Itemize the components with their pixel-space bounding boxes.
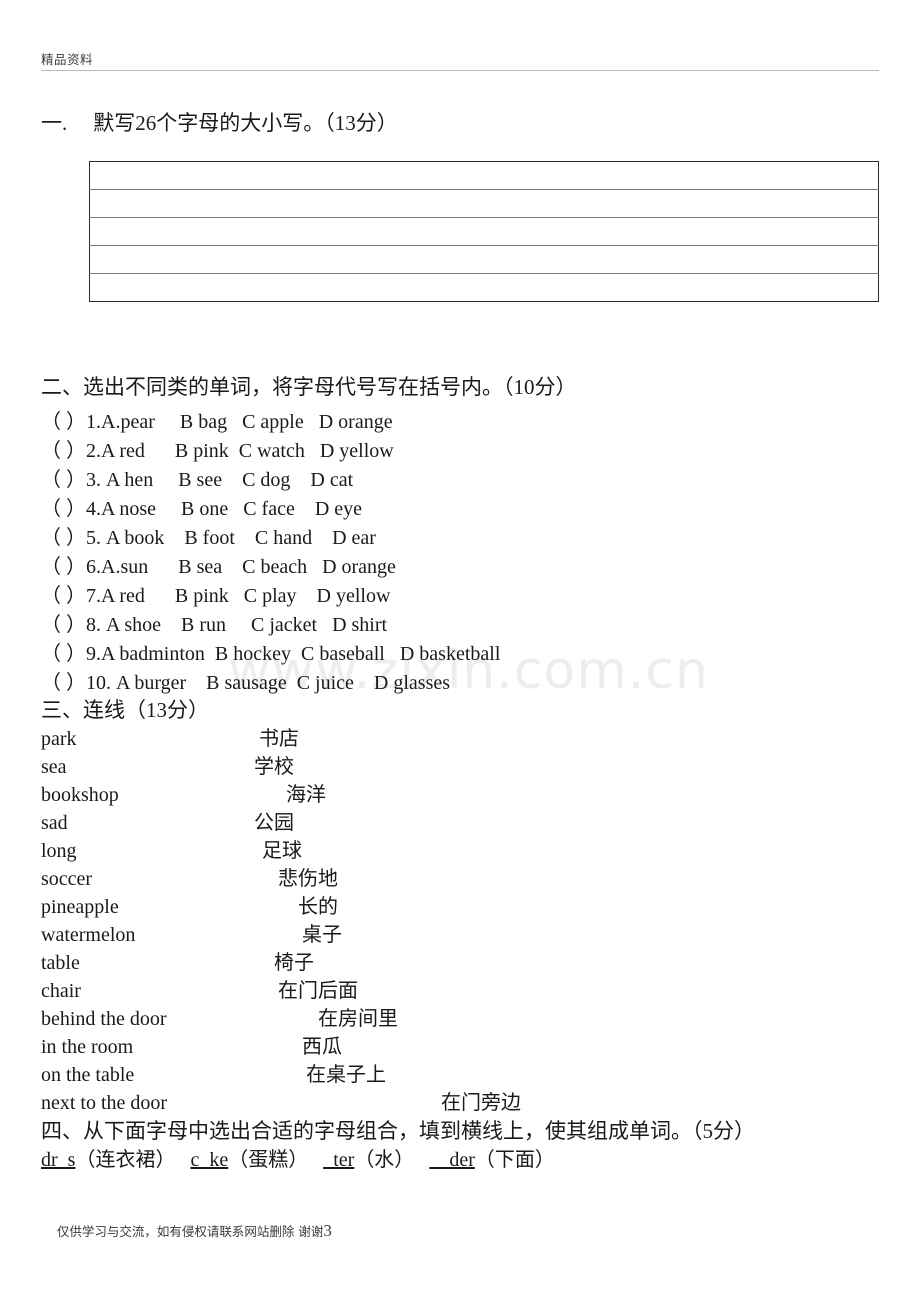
- choice-question-3[interactable]: （ ）3. A hen B see C dog D cat: [41, 466, 500, 495]
- choice-question-10[interactable]: （ ）10. A burger B sausage C juice D glas…: [41, 669, 500, 698]
- blank-item-3: _ter（水）: [323, 1149, 429, 1171]
- table-row: [89, 273, 879, 302]
- section-1-heading: 一. 默写26个字母的大小写。（13分）: [41, 110, 398, 136]
- match-english-term[interactable]: watermelon: [41, 921, 135, 949]
- blank-word[interactable]: dr s: [41, 1149, 75, 1171]
- blank-hint: （水）: [354, 1149, 430, 1171]
- multiple-choice-list: （ ）1.A.pear B bag C apple D orange （ ）2.A…: [41, 408, 500, 698]
- match-chinese-term[interactable]: 悲伤地: [278, 865, 338, 893]
- blank-word[interactable]: _ter: [323, 1149, 354, 1171]
- match-english-term[interactable]: behind the door: [41, 1005, 167, 1033]
- match-chinese-term[interactable]: 在房间里: [318, 1005, 398, 1033]
- match-english-term[interactable]: soccer: [41, 865, 92, 893]
- table-cell[interactable]: [89, 217, 879, 246]
- table-row: [89, 245, 879, 274]
- choice-question-8[interactable]: （ ）8. A shoe B run C jacket D shirt: [41, 611, 500, 640]
- choice-question-9[interactable]: （ ）9.A badminton B hockey C baseball D b…: [41, 640, 500, 669]
- match-chinese-term[interactable]: 书店: [259, 725, 299, 753]
- document-page: 精品资料 www.zixin.com.cn 一. 默写26个字母的大小写。（13分…: [0, 0, 920, 1302]
- fill-in-blank-row: dr s（连衣裙） c_ke（蛋糕） _ter（水） __der（下面）: [41, 1147, 555, 1173]
- match-chinese-term[interactable]: 在门旁边: [441, 1089, 521, 1117]
- table-cell[interactable]: [89, 273, 879, 302]
- section-4-heading: 四、从下面字母中选出合适的字母组合，填到横线上，使其组成单词。（5分）: [41, 1119, 755, 1143]
- blank-item-1: dr s（连衣裙）: [41, 1149, 190, 1171]
- choice-question-1[interactable]: （ ）1.A.pear B bag C apple D orange: [41, 408, 500, 437]
- table-row: [89, 217, 879, 246]
- match-english-term[interactable]: next to the door: [41, 1089, 167, 1117]
- match-english-term[interactable]: sad: [41, 809, 68, 837]
- match-english-term[interactable]: chair: [41, 977, 81, 1005]
- match-english-term[interactable]: long: [41, 837, 77, 865]
- match-chinese-term[interactable]: 海洋: [286, 781, 326, 809]
- alphabet-answer-table: [89, 161, 879, 302]
- table-row: [89, 161, 879, 190]
- match-chinese-term[interactable]: 椅子: [274, 949, 314, 977]
- choice-question-4[interactable]: （ ）4.A nose B one C face D eye: [41, 495, 500, 524]
- blank-word[interactable]: __der: [429, 1149, 475, 1171]
- table-row: [89, 189, 879, 218]
- match-chinese-term[interactable]: 长的: [298, 893, 338, 921]
- match-english-term[interactable]: on the table: [41, 1061, 134, 1089]
- table-cell[interactable]: [89, 189, 879, 218]
- blank-hint: （下面）: [474, 1149, 555, 1171]
- blank-hint: （连衣裙）: [75, 1149, 191, 1171]
- choice-question-6[interactable]: （ ）6.A.sun B sea C beach D orange: [41, 553, 500, 582]
- section-1-number: 一.: [41, 111, 68, 135]
- match-chinese-term[interactable]: 在桌子上: [306, 1061, 386, 1089]
- table-cell[interactable]: [89, 161, 879, 190]
- match-english-term[interactable]: bookshop: [41, 781, 119, 809]
- match-chinese-term[interactable]: 在门后面: [278, 977, 358, 1005]
- match-chinese-term[interactable]: 桌子: [302, 921, 342, 949]
- match-english-term[interactable]: sea: [41, 753, 67, 781]
- match-english-term[interactable]: table: [41, 949, 80, 977]
- blank-hint: （蛋糕）: [228, 1149, 324, 1171]
- document-body: 一. 默写26个字母的大小写。（13分） 二、选出不同类的单词，将字母代号写在括号…: [0, 0, 920, 1302]
- choice-question-7[interactable]: （ ）7.A red B pink C play D yellow: [41, 582, 500, 611]
- choice-question-2[interactable]: （ ）2.A red B pink C watch D yellow: [41, 437, 500, 466]
- match-chinese-term[interactable]: 学校: [254, 753, 294, 781]
- choice-question-5[interactable]: （ ）5. A book B foot C hand D ear: [41, 524, 500, 553]
- match-english-term[interactable]: park: [41, 725, 77, 753]
- blank-item-2: c_ke（蛋糕）: [190, 1149, 323, 1171]
- match-chinese-term[interactable]: 公园: [254, 809, 294, 837]
- table-cell[interactable]: [89, 245, 879, 274]
- match-chinese-term[interactable]: 足球: [262, 837, 302, 865]
- section-2-heading: 二、选出不同类的单词，将字母代号写在括号内。（10分）: [41, 375, 577, 399]
- match-english-term[interactable]: pineapple: [41, 893, 119, 921]
- blank-item-4: __der（下面）: [429, 1149, 555, 1171]
- blank-word[interactable]: c_ke: [190, 1149, 228, 1171]
- section-3-heading: 三、连线（13分）: [41, 698, 209, 722]
- match-english-term[interactable]: in the room: [41, 1033, 133, 1061]
- section-1-title: 默写26个字母的大小写。（13分）: [93, 111, 398, 135]
- match-chinese-term[interactable]: 西瓜: [302, 1033, 342, 1061]
